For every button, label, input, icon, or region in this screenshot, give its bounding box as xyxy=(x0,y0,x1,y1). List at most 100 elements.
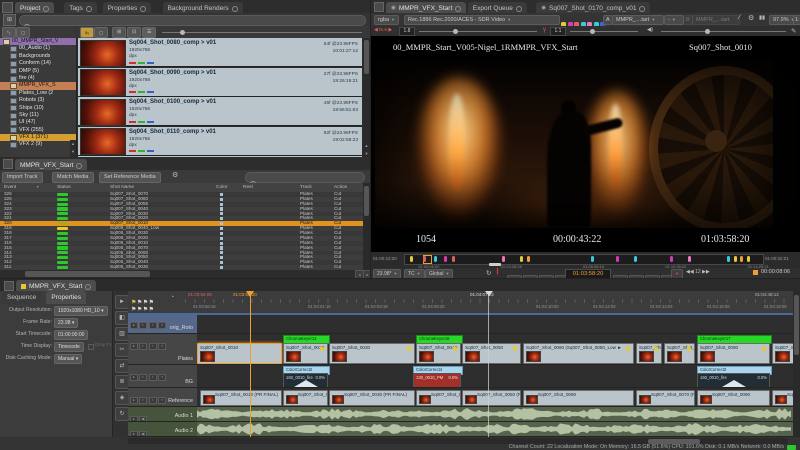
panel-icon[interactable] xyxy=(4,281,14,291)
strip-marker-icon[interactable] xyxy=(616,256,620,262)
strip-marker-icon[interactable] xyxy=(669,256,673,262)
track-control-icon[interactable]: ≡ xyxy=(158,343,166,350)
clip-list-item[interactable]: Sq004_Shot_0080_comp > v01 1920x768 dpx 54f… xyxy=(78,38,362,67)
strip-marker-icon[interactable] xyxy=(526,256,530,262)
timeline-clip-plates[interactable]: Sq007_Shot_0040 xyxy=(416,343,461,364)
grid-view-icon[interactable]: ⊞ xyxy=(3,14,16,26)
timeline-clip-bg[interactable]: 160_0010_fire 0.0% xyxy=(697,373,770,387)
strip-marker-icon[interactable] xyxy=(422,256,426,262)
grid-thumbs-icon[interactable]: ⊞ xyxy=(112,27,127,38)
track-content-reference[interactable]: Sq007_Shot_0010 (PR FINAL)Sq007_Shot_002… xyxy=(197,388,793,407)
timeline-clip-plates[interactable]: Sq007_Shot_0010 xyxy=(197,343,282,364)
match-media-button[interactable]: Match Media xyxy=(52,171,94,183)
column-header-event[interactable]: Event xyxy=(4,185,16,190)
close-icon[interactable] xyxy=(515,5,522,12)
viewer-image-area[interactable]: 00_MMPR_Start_V005-Nigel_1RMMPR_VFX_Star… xyxy=(371,36,800,252)
pencil-icon[interactable]: ✎ xyxy=(791,27,796,35)
strip-scroll-handle[interactable] xyxy=(489,263,501,266)
bin-item[interactable]: Sky (11) xyxy=(0,112,76,119)
bin-sort-button[interactable]: *₂ xyxy=(2,27,16,38)
timeline-tool-icon[interactable]: ✂ xyxy=(115,343,129,357)
gamma-input[interactable]: 1.1 xyxy=(550,27,566,36)
wipe-tool-icon[interactable]: ∕ xyxy=(739,14,740,21)
sync-lock-icon[interactable]: ◔ xyxy=(170,294,174,301)
track-control-icon[interactable]: ≡ xyxy=(158,374,166,381)
track-control-icon[interactable]: ▪ xyxy=(148,374,157,381)
timeline-clip-reference[interactable]: Sq007_Shot_0020 xyxy=(283,389,328,406)
input-a-select[interactable]: MMPR_…tart ▼ xyxy=(612,14,664,25)
timeline-clip-reference[interactable]: Sq007_Shot_0010 (PR FINAL) xyxy=(200,389,282,406)
in-out-toggle-icon[interactable]: ▎ xyxy=(497,269,501,275)
property-value-select[interactable]: 01:00:00:00 xyxy=(54,330,89,340)
close-icon[interactable] xyxy=(140,5,147,12)
property-value-select[interactable]: 1920x1080 HD_10 ▾ xyxy=(54,306,108,316)
track-content-orig_roto[interactable] xyxy=(197,313,793,334)
column-header-track[interactable]: Track xyxy=(300,185,312,190)
timeline-tool-icon[interactable]: ↻ xyxy=(115,407,129,421)
track-header-bg[interactable]: ● ◐ ▪ ≡ BG xyxy=(128,365,197,388)
timeline-tool-icon[interactable]: ⇄ xyxy=(115,359,129,373)
playhead-flag-icon[interactable] xyxy=(246,291,254,297)
timeline-clip-plates[interactable]: Sq007_Sh xyxy=(772,343,793,364)
track-header-orig_roto[interactable]: ● ◐ ▪ ≡ orig_Roto xyxy=(128,313,197,334)
track-content-audio-2[interactable] xyxy=(197,422,793,437)
track-control-icon[interactable]: ● xyxy=(129,397,138,404)
strip-marker-icon[interactable] xyxy=(433,256,437,262)
marker-caret-icon[interactable] xyxy=(484,291,493,296)
pause-icon[interactable]: ▮▮ xyxy=(759,15,765,21)
property-value-select[interactable]: Manual ▾ xyxy=(54,354,83,364)
track-control-icon[interactable]: ◐ xyxy=(139,374,147,381)
track-header-audio-2[interactable]: ● ◀) Audio 2 xyxy=(128,422,197,437)
bin-filter-button[interactable]: ▢ xyxy=(16,27,31,38)
bin-tree-scrollbar[interactable]: ▲ ▼ xyxy=(70,140,76,157)
bin-item[interactable]: VFX 2 (9) xyxy=(0,141,76,149)
strip-marker-icon[interactable] xyxy=(410,256,414,262)
panel-icon[interactable] xyxy=(3,159,13,169)
close-icon[interactable] xyxy=(85,283,92,290)
record-icon[interactable]: ● xyxy=(671,268,683,279)
bin-item[interactable]: 00_Audio (1) xyxy=(0,45,76,53)
list-view-icon[interactable]: ☰ xyxy=(142,27,157,38)
bin-item[interactable]: fire (4) xyxy=(0,75,76,82)
timeline-clip-plates[interactable]: Sq007_Shot_0090 xyxy=(697,343,770,364)
timeline-clip-plates[interactable]: Sq007_Shot_0070 xyxy=(636,343,662,364)
set-reference-media-button[interactable]: Set Reference Media xyxy=(99,171,161,183)
tab-properties[interactable]: Properties xyxy=(46,291,87,304)
gain-input[interactable]: 1.8 xyxy=(399,27,415,36)
timeline-tool-icon[interactable]: ≣ xyxy=(115,375,129,389)
close-icon[interactable] xyxy=(76,162,83,169)
spreadsheet-search-input[interactable] xyxy=(245,171,365,187)
track-control-icon[interactable]: ▪ xyxy=(148,322,157,329)
track-header-plates[interactable]: ● ◐ ▪ ≡ Plates xyxy=(128,334,197,365)
bin-item[interactable]: MMPR_VFX_S xyxy=(0,82,76,90)
bin-item[interactable]: UI (47) xyxy=(0,119,76,126)
track-control-icon[interactable]: ◐ xyxy=(139,322,147,329)
marker-line[interactable] xyxy=(488,295,489,437)
gear-icon[interactable]: ⚙ xyxy=(748,14,754,22)
track-control-icon[interactable]: ≡ xyxy=(158,397,166,404)
input-b-select[interactable]: MMPR_…tart xyxy=(692,14,740,25)
gamma-slider[interactable] xyxy=(570,29,638,34)
bin-item[interactable]: 00_MMPR_Start_V xyxy=(0,38,76,46)
playhead-line[interactable] xyxy=(250,295,251,437)
column-header-action[interactable]: Action xyxy=(334,185,347,190)
gain-stepper[interactable]: ◀ f5.6 ▶ xyxy=(374,28,392,33)
timeline-clip-plates[interactable]: Sq007_Shot_0020 xyxy=(283,343,328,364)
timeline-clip-reference[interactable]: Sq007_Shot_0060 xyxy=(523,389,634,406)
bin-item[interactable]: VFX (255) xyxy=(0,127,76,134)
timeline-ruler[interactable]: ⚑⚑⚑⚑ ⚑⚑⚑⚑ ◔ 01:03:58:08 01:03:58:20 01:0… xyxy=(128,291,793,314)
track-control-icon[interactable]: ▪ xyxy=(148,343,157,350)
poster-frame-button[interactable]: a₂ xyxy=(80,27,95,38)
track-content-audio-1[interactable] xyxy=(197,407,793,422)
small-thumbs-icon[interactable]: ⊡ xyxy=(127,27,142,38)
timeline-clip-reference[interactable]: Sq007_Shot_0090 xyxy=(697,389,770,406)
bin-item[interactable]: Plates_Low (2 xyxy=(0,90,76,97)
close-icon[interactable] xyxy=(85,5,92,12)
bin-item[interactable]: Conform (14) xyxy=(0,60,76,67)
bin-item[interactable]: Robots (3) xyxy=(0,97,76,104)
strip-marker-icon[interactable] xyxy=(746,256,750,262)
track-control-icon[interactable]: ● xyxy=(129,374,138,381)
timeline-tool-icon[interactable]: ▥ xyxy=(115,327,129,341)
track-control-icon[interactable]: ≡ xyxy=(158,322,166,329)
timeline-clip-plates[interactable]: Sq007_Shot_0050 xyxy=(462,343,521,364)
